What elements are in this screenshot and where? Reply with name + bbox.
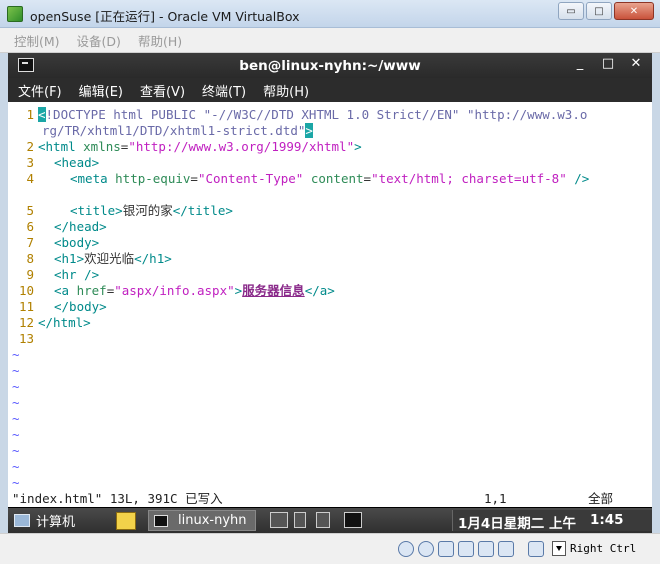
code-line: 7 <body> bbox=[26, 235, 100, 250]
shared-folders-icon[interactable] bbox=[478, 541, 494, 557]
file-info: "index.html" 13L, 391C 已写入 bbox=[12, 491, 223, 506]
vbox-menubar: 控制(M) 设备(D) 帮助(H) bbox=[0, 28, 660, 53]
hard-disk-icon[interactable] bbox=[398, 541, 414, 557]
guest-taskbar: 计算机 linux-nyhn 1月4日星期二 上午 1:45 bbox=[8, 508, 652, 533]
menu-help[interactable]: 帮助(H) bbox=[138, 31, 182, 50]
window-controls: ▭ □ ✕ bbox=[558, 2, 654, 20]
code-line: 11 </body> bbox=[18, 299, 107, 314]
empty-line-marker: ~ bbox=[12, 427, 20, 442]
vbox-statusbar: Right Ctrl bbox=[0, 533, 660, 564]
terminal-menu-file[interactable]: 文件(F) bbox=[18, 81, 62, 100]
code-line: 5 <title>银河的家</title> bbox=[26, 203, 233, 218]
clock-time: 1:45 bbox=[590, 512, 624, 528]
optical-drive-icon[interactable] bbox=[418, 541, 434, 557]
terminal-menu-edit[interactable]: 编辑(E) bbox=[79, 81, 123, 100]
scroll-indicator: 全部 bbox=[588, 491, 614, 506]
notes-icon bbox=[116, 511, 136, 530]
code-line: 3 <head> bbox=[26, 155, 100, 170]
guest-display[interactable]: ben@linux-nyhn:~/www _ □ ✕ 文件(F) 编辑(E) 查… bbox=[8, 53, 652, 533]
empty-line-marker: ~ bbox=[12, 475, 20, 490]
terminal-maximize-button[interactable]: □ bbox=[600, 56, 616, 71]
empty-line-marker: ~ bbox=[12, 443, 20, 458]
empty-line-marker: ~ bbox=[12, 363, 20, 378]
code-line: 8 <h1>欢迎光临</h1> bbox=[26, 251, 172, 266]
notes-launcher[interactable] bbox=[116, 510, 136, 531]
video-capture-icon[interactable] bbox=[498, 541, 514, 557]
terminal-menubar: 文件(F) 编辑(E) 查看(V) 终端(T) 帮助(H) bbox=[8, 78, 652, 102]
menu-control[interactable]: 控制(M) bbox=[14, 31, 60, 50]
minimize-button[interactable]: ▭ bbox=[558, 2, 584, 20]
code-line: 1 <!DOCTYPE html PUBLIC "-//W3C//DTD XHTM… bbox=[26, 107, 588, 122]
code-line: 2 <html xmlns="http://www.w3.org/1999/xht… bbox=[26, 139, 362, 154]
empty-line-marker: ~ bbox=[12, 395, 20, 410]
terminal-menu-terminal[interactable]: 终端(T) bbox=[202, 81, 246, 100]
code-line: 6 </head> bbox=[26, 219, 107, 234]
terminal-menu-view[interactable]: 查看(V) bbox=[140, 81, 185, 100]
computer-icon bbox=[14, 514, 30, 527]
host-key-label: Right Ctrl bbox=[570, 542, 637, 555]
usb-icon[interactable] bbox=[438, 541, 454, 557]
clock-date: 1月4日星期二 上午 bbox=[458, 516, 576, 532]
virtualization-icon[interactable] bbox=[528, 541, 544, 557]
volume-icon[interactable] bbox=[294, 512, 306, 528]
task-label: linux-nyhn bbox=[178, 513, 247, 528]
terminal-task-icon bbox=[154, 514, 168, 527]
code-line-wrap: rg/TR/xhtml1/DTD/xhtml1-strict.dtd"> bbox=[42, 123, 313, 138]
menu-devices[interactable]: 设备(D) bbox=[77, 31, 121, 50]
vim-statusline: "index.html" 13L, 391C 已写入 1,1 全部 bbox=[8, 490, 652, 507]
empty-line-marker: ~ bbox=[12, 347, 20, 362]
terminal-title: ben@linux-nyhn:~/www bbox=[239, 58, 421, 74]
terminal-controls: _ □ ✕ bbox=[572, 56, 644, 71]
clipboard-icon[interactable] bbox=[316, 512, 330, 528]
display-icon[interactable] bbox=[270, 512, 288, 528]
cursor: < bbox=[38, 107, 46, 122]
matching-bracket: > bbox=[305, 123, 313, 138]
computer-label: 计算机 bbox=[36, 515, 76, 530]
close-button[interactable]: ✕ bbox=[614, 2, 654, 20]
vbox-titlebar: openSuse [正在运行] - Oracle VM VirtualBox ▭… bbox=[0, 0, 660, 28]
code-line: 12 </html> bbox=[18, 315, 91, 330]
terminal-tray-icon[interactable] bbox=[344, 512, 362, 528]
code-line: 9 <hr /> bbox=[26, 267, 100, 282]
code-line: 4 <meta http-equiv="Content-Type" content… bbox=[26, 171, 590, 186]
terminal-titlebar: ben@linux-nyhn:~/www _ □ ✕ bbox=[8, 53, 652, 78]
terminal-minimize-button[interactable]: _ bbox=[572, 56, 588, 71]
host-key-arrow-icon bbox=[552, 541, 566, 556]
virtualbox-app-icon bbox=[7, 6, 23, 22]
maximize-button[interactable]: □ bbox=[586, 2, 612, 20]
code-line: 13 bbox=[18, 331, 34, 346]
window-title: openSuse [正在运行] - Oracle VM VirtualBox bbox=[30, 9, 300, 24]
empty-line-marker: ~ bbox=[12, 411, 20, 426]
empty-line-marker: ~ bbox=[12, 459, 20, 474]
computer-menu-button[interactable]: 计算机 bbox=[14, 510, 75, 531]
network-icon[interactable] bbox=[458, 541, 474, 557]
empty-line-marker: ~ bbox=[12, 379, 20, 394]
taskbar-task-terminal[interactable]: linux-nyhn bbox=[148, 510, 256, 531]
vim-editor[interactable]: 1 <!DOCTYPE html PUBLIC "-//W3C//DTD XHTM… bbox=[8, 102, 652, 490]
terminal-menu-help[interactable]: 帮助(H) bbox=[263, 81, 309, 100]
cursor-position: 1,1 bbox=[484, 491, 507, 506]
terminal-close-button[interactable]: ✕ bbox=[628, 56, 644, 71]
code-line: 10 <a href="aspx/info.aspx">服务器信息</a> bbox=[18, 283, 335, 298]
